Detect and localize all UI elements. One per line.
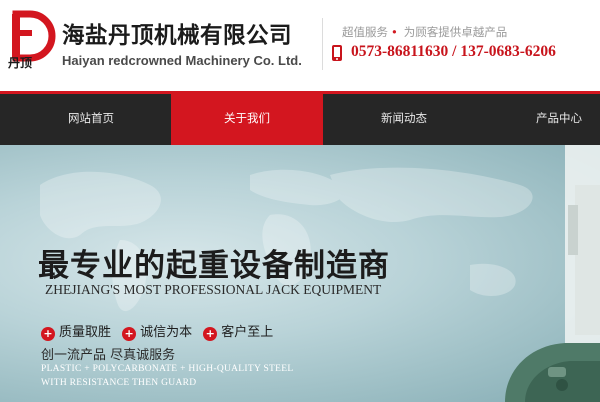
plus-icon: + bbox=[122, 326, 137, 341]
header-divider bbox=[322, 18, 323, 70]
feature-label: 诚信为本 bbox=[140, 324, 193, 340]
description-line: PLASTIC + POLYCARBONATE + HIGH-QUALITY S… bbox=[41, 364, 294, 374]
description-line: WITH RESISTANCE THEN GUARD bbox=[41, 378, 197, 388]
tagline-dot: • bbox=[391, 25, 398, 39]
feature-label: 客户至上 bbox=[221, 324, 274, 340]
feature-item: + 诚信为本 bbox=[122, 321, 192, 341]
hero-description: PLASTIC + POLYCARBONATE + HIGH-QUALITY S… bbox=[41, 362, 293, 390]
phone-number[interactable]: 0573-86811630 / 137-0683-6206 bbox=[351, 43, 556, 61]
tagline-left: 超值服务 bbox=[342, 25, 388, 39]
header-tagline: 超值服务 • 为顾客提供卓越产品 bbox=[342, 24, 507, 40]
nav-item-home[interactable]: 网站首页 bbox=[32, 94, 150, 145]
feature-item: + 质量取胜 bbox=[41, 321, 111, 341]
hero-headline: 最专业的起重设备制造商 bbox=[38, 248, 390, 284]
company-logo[interactable]: 丹顶 bbox=[6, 10, 58, 70]
nav-item-about[interactable]: 关于我们 bbox=[171, 94, 323, 153]
nav-item-products[interactable]: 产品中心 bbox=[500, 94, 600, 145]
company-name-en: Haiyan redcrowned Machinery Co. Ltd. bbox=[62, 53, 302, 68]
hero-slogan: 创一流产品 尽真诚服务 bbox=[41, 348, 176, 363]
tagline-right: 为顾客提供卓越产品 bbox=[403, 25, 508, 39]
hero-subheadline: ZHEJIANG'S MOST PROFESSIONAL JACK EQUIPM… bbox=[45, 282, 382, 297]
feature-item: + 客户至上 bbox=[203, 321, 273, 341]
plus-icon: + bbox=[203, 326, 218, 341]
plus-icon: + bbox=[41, 326, 55, 341]
phone-icon bbox=[332, 45, 342, 61]
hero-banner: 最专业的起重设备制造商 ZHEJIANG'S MOST PROFESSIONAL… bbox=[0, 145, 600, 402]
logo-text: 丹顶 bbox=[8, 56, 32, 70]
feature-list: + 质量取胜 + 诚信为本 + 客户至上 bbox=[41, 320, 279, 341]
company-name-cn: 海盐丹顶机械有限公司 bbox=[62, 23, 293, 49]
feature-label: 质量取胜 bbox=[59, 324, 112, 340]
site-header: 丹顶 海盐丹顶机械有限公司 Haiyan redcrowned Machiner… bbox=[0, 0, 600, 91]
main-nav: 网站首页 关于我们 新闻动态 产品中心 bbox=[0, 91, 600, 153]
nav-item-news[interactable]: 新闻动态 bbox=[345, 94, 463, 145]
